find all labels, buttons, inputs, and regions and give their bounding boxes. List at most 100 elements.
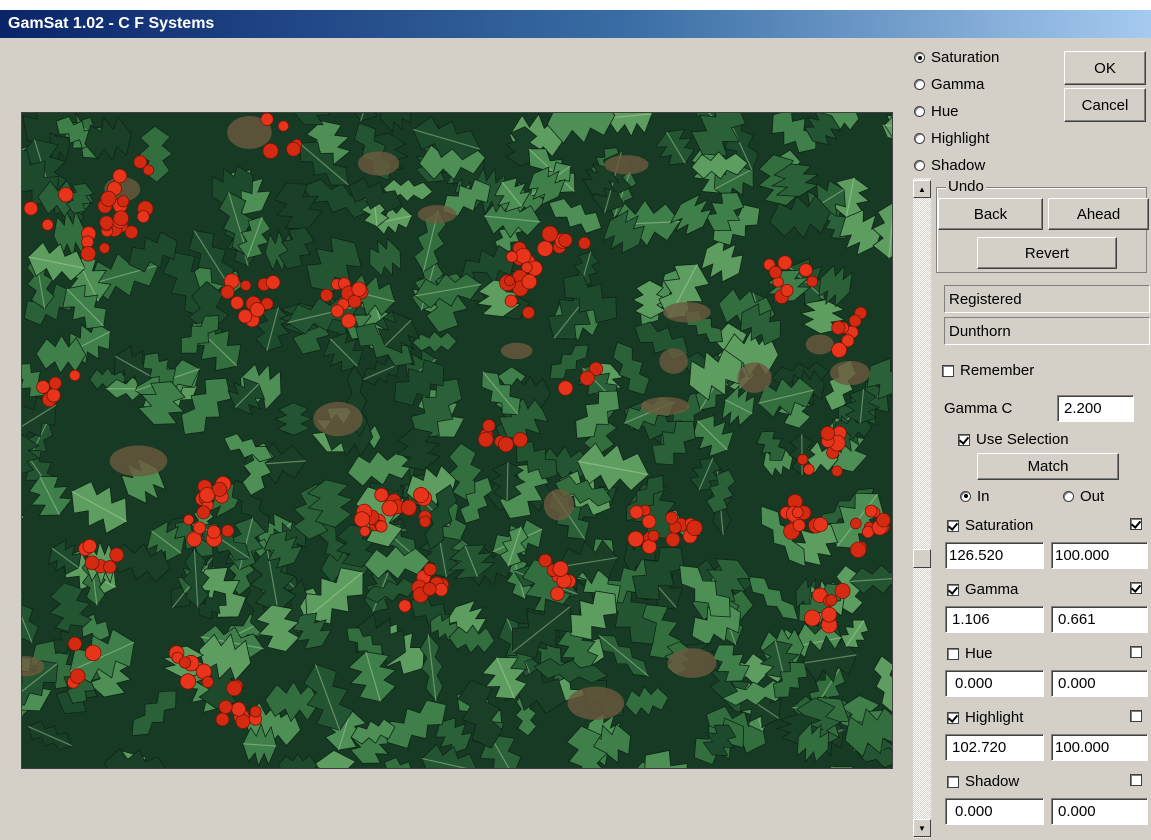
gamma-right-checkbox[interactable] <box>1130 582 1142 594</box>
holly-berry <box>803 609 821 627</box>
use-selection-checkbox[interactable]: Use Selection <box>958 431 1069 448</box>
shadow-value2-input[interactable]: 0.000 <box>1051 798 1148 825</box>
saturation-value2-input[interactable]: 100.000 <box>1051 542 1148 569</box>
holly-berry <box>641 514 657 529</box>
radio-dot[interactable] <box>960 490 971 502</box>
saturation-value1-input[interactable]: 126.520 <box>945 542 1044 569</box>
dead-leaf <box>805 334 834 355</box>
highlight-value2-input[interactable]: 100.000 <box>1051 734 1148 761</box>
holly-berry <box>791 506 804 519</box>
highlight-right-checkbox[interactable] <box>1130 710 1142 722</box>
gamma-c-input[interactable]: 2.200 <box>1057 395 1134 422</box>
match-button[interactable]: Match <box>977 453 1119 480</box>
remember-checkbox[interactable]: Remember <box>942 362 1034 379</box>
radio-dot[interactable] <box>914 160 925 171</box>
holly-berry <box>178 656 192 669</box>
dead-leaf <box>543 489 574 521</box>
up-arrow-icon: ▲ <box>918 184 926 194</box>
holly-berry <box>792 518 806 532</box>
hue-right-checkbox[interactable] <box>1130 646 1142 658</box>
image-preview[interactable] <box>21 112 893 769</box>
holly-berry <box>374 487 389 502</box>
radio-dot[interactable] <box>914 106 925 117</box>
radio-label: In <box>977 487 990 505</box>
hue-checkbox[interactable]: Hue <box>947 645 993 662</box>
revert-button[interactable]: Revert <box>977 237 1117 269</box>
holly-berry <box>80 246 97 262</box>
radio-highlight[interactable]: Highlight <box>914 125 1034 152</box>
holly-berry <box>797 453 809 466</box>
saturation-right-checkbox[interactable] <box>1130 518 1142 530</box>
radio-gamma[interactable]: Gamma <box>914 71 1034 98</box>
holly-berry <box>124 225 139 239</box>
holly-berry <box>831 465 843 477</box>
gamma-value1-input[interactable]: 1.106 <box>945 606 1044 633</box>
holly-berry <box>813 517 829 532</box>
dead-leaf <box>604 155 649 175</box>
holly-berry <box>512 432 528 448</box>
checkbox-box[interactable] <box>947 775 959 788</box>
holly-berry <box>237 309 253 324</box>
radio-label: Gamma <box>931 76 985 93</box>
holly-berry <box>359 525 371 537</box>
radio-shadow[interactable]: Shadow <box>914 152 1034 179</box>
scroll-thumb[interactable] <box>913 549 931 568</box>
highlight-values: 102.720 100.000 <box>944 729 1151 769</box>
holly-berry <box>541 225 559 243</box>
checkbox-box[interactable] <box>947 647 959 660</box>
holly-berry <box>876 512 891 528</box>
holly-berry <box>400 499 417 516</box>
checkbox-box[interactable] <box>947 583 959 596</box>
scroll-up-button[interactable]: ▲ <box>913 180 931 198</box>
back-button[interactable]: Back <box>938 198 1043 230</box>
ok-button[interactable]: OK <box>1064 51 1146 85</box>
radio-out[interactable]: Out <box>1063 485 1104 507</box>
radio-in[interactable]: In <box>960 485 990 507</box>
scroll-down-button[interactable]: ▼ <box>913 819 931 837</box>
holly-berry <box>67 636 83 651</box>
shadow-value1-input[interactable]: 0.000 <box>945 798 1044 825</box>
radio-label: Out <box>1080 487 1105 505</box>
holly-berry <box>201 675 214 689</box>
saturation-checkbox[interactable]: Saturation <box>947 517 1033 534</box>
dead-leaf <box>667 648 717 678</box>
checkbox-box[interactable] <box>942 364 954 377</box>
dead-leaf <box>737 362 772 393</box>
checkbox-box[interactable] <box>958 433 970 446</box>
checkbox-box[interactable] <box>947 711 959 724</box>
gamma-checkbox[interactable]: Gamma <box>947 581 1018 598</box>
highlight-value1-input[interactable]: 102.720 <box>945 734 1044 761</box>
hue-value2-input[interactable]: 0.000 <box>1051 670 1148 697</box>
radio-dot[interactable] <box>914 79 925 90</box>
radio-dot[interactable] <box>914 52 925 63</box>
radio-saturation[interactable]: Saturation <box>914 44 1034 71</box>
ahead-button[interactable]: Ahead <box>1048 198 1149 230</box>
vertical-scrollbar[interactable] <box>913 178 931 838</box>
radio-dot[interactable] <box>1063 490 1074 502</box>
holly-berry <box>821 606 837 623</box>
holly-berry <box>69 668 86 684</box>
radio-hue[interactable]: Hue <box>914 98 1034 125</box>
holly-berry <box>552 560 569 577</box>
dead-leaf <box>663 301 711 323</box>
hue-value1-input[interactable]: 0.000 <box>945 670 1044 697</box>
holly-berry <box>831 320 846 335</box>
dead-leaf <box>640 397 690 416</box>
highlight-checkbox[interactable]: Highlight <box>947 709 1023 726</box>
adjustment-label: Hue <box>965 645 993 662</box>
holly-berry <box>850 517 862 530</box>
shadow-checkbox[interactable]: Shadow <box>947 773 1019 790</box>
checkbox-box[interactable] <box>947 519 959 532</box>
dead-leaf <box>830 360 871 386</box>
holly-berry <box>803 463 815 476</box>
radio-dot[interactable] <box>914 133 925 144</box>
holly-berry <box>627 530 644 548</box>
holly-berry <box>84 555 100 571</box>
cancel-button[interactable]: Cancel <box>1064 88 1146 122</box>
holly-berry <box>260 113 274 126</box>
holly-berry <box>46 388 61 403</box>
dead-leaf <box>357 151 400 176</box>
shadow-right-checkbox[interactable] <box>1130 774 1142 786</box>
gamma-value2-input[interactable]: 0.661 <box>1051 606 1148 633</box>
adjustment-shadow: Shadow <box>944 769 1151 793</box>
